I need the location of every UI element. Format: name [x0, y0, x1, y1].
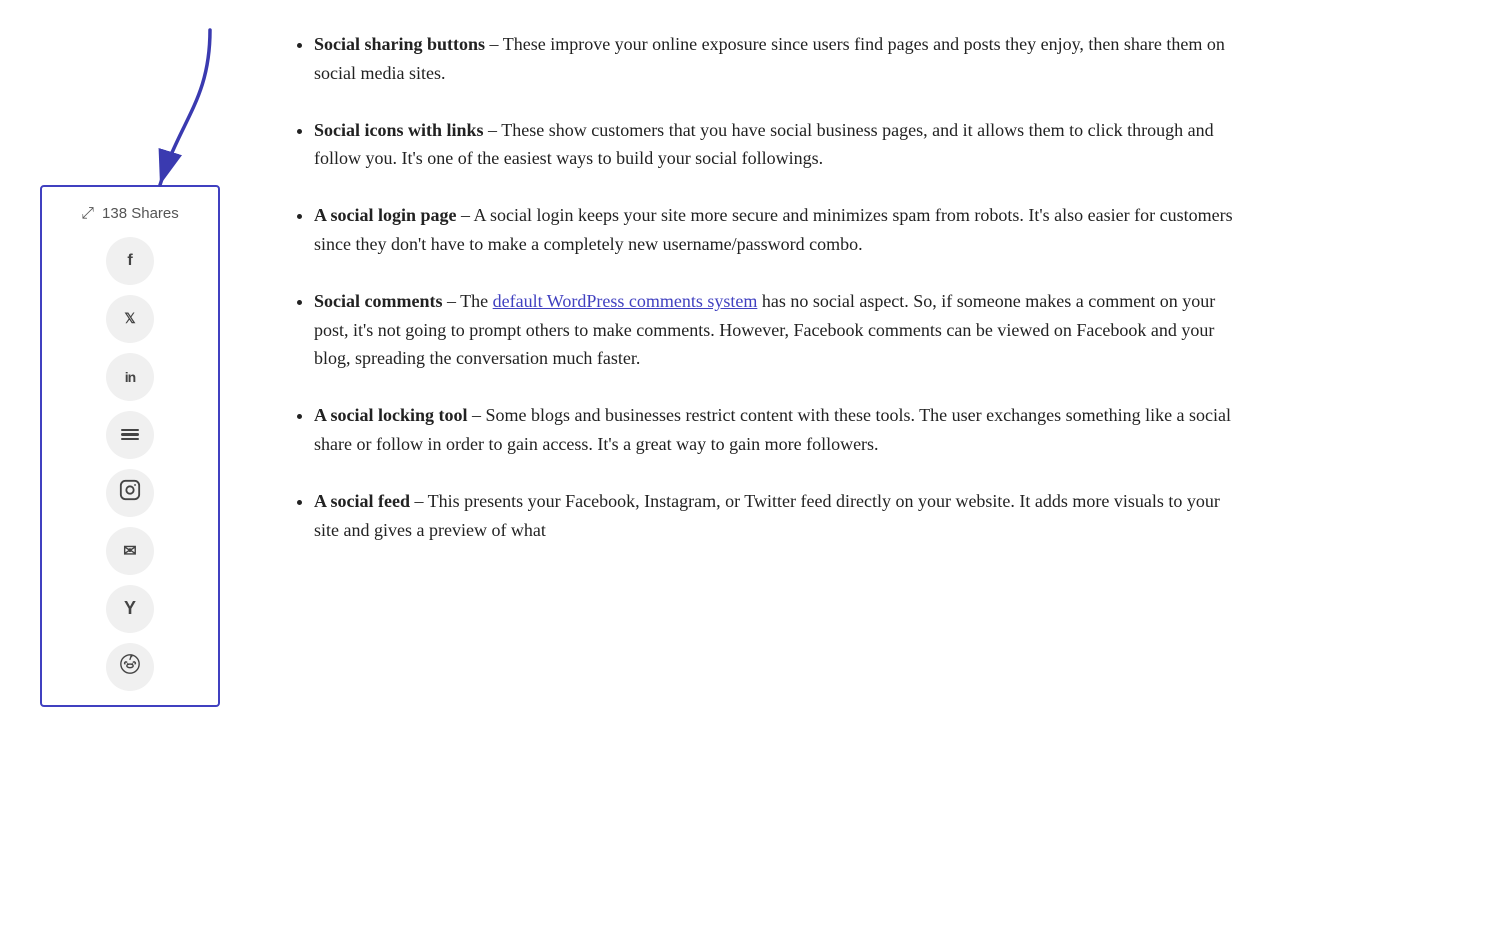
reddit-icon — [119, 653, 141, 680]
item-term: A social locking tool — [314, 405, 468, 425]
item-term: A social feed — [314, 491, 410, 511]
left-panel: ⤢ 138 Shares f 𝕏 in — [40, 30, 260, 707]
linkedin-share-button[interactable]: in — [106, 353, 154, 401]
wordpress-comments-link[interactable]: default WordPress comments system — [493, 291, 758, 311]
yummly-icon: Y — [124, 598, 136, 619]
share-count-row: ⤢ 138 Shares — [81, 201, 179, 227]
buffer-icon — [121, 429, 139, 441]
facebook-share-button[interactable]: f — [106, 237, 154, 285]
list-item-social-comments: Social comments – The default WordPress … — [314, 287, 1240, 373]
item-term: Social comments — [314, 291, 442, 311]
item-body: – This presents your Facebook, Instagram… — [314, 491, 1220, 540]
share-count-label: 138 Shares — [102, 202, 179, 226]
item-body-before-link: – The — [442, 291, 492, 311]
list-item: A social locking tool – Some blogs and b… — [314, 401, 1240, 459]
item-term: A social login page — [314, 205, 457, 225]
item-term: Social sharing buttons — [314, 34, 485, 54]
item-term: Social icons with links — [314, 120, 484, 140]
list-item: Social icons with links – These show cus… — [314, 116, 1240, 174]
share-widget: ⤢ 138 Shares f 𝕏 in — [40, 185, 220, 707]
facebook-icon: f — [127, 252, 132, 270]
instagram-share-button[interactable] — [106, 469, 154, 517]
right-content: Social sharing buttons – These improve y… — [290, 30, 1240, 707]
reddit-share-button[interactable] — [106, 643, 154, 691]
feature-list: Social sharing buttons – These improve y… — [290, 30, 1240, 544]
twitter-share-button[interactable]: 𝕏 — [106, 295, 154, 343]
email-icon: ✉ — [123, 541, 136, 561]
email-share-button[interactable]: ✉ — [106, 527, 154, 575]
list-item: Social sharing buttons – These improve y… — [314, 30, 1240, 88]
arrow-annotation — [100, 20, 240, 200]
buffer-share-button[interactable] — [106, 411, 154, 459]
yummly-share-button[interactable]: Y — [106, 585, 154, 633]
twitter-icon: 𝕏 — [124, 310, 135, 327]
instagram-icon — [119, 479, 141, 506]
list-item: A social feed – This presents your Faceb… — [314, 487, 1240, 545]
linkedin-icon: in — [125, 369, 135, 385]
share-icon: ⤢ — [81, 201, 94, 227]
list-item: A social login page – A social login kee… — [314, 201, 1240, 259]
